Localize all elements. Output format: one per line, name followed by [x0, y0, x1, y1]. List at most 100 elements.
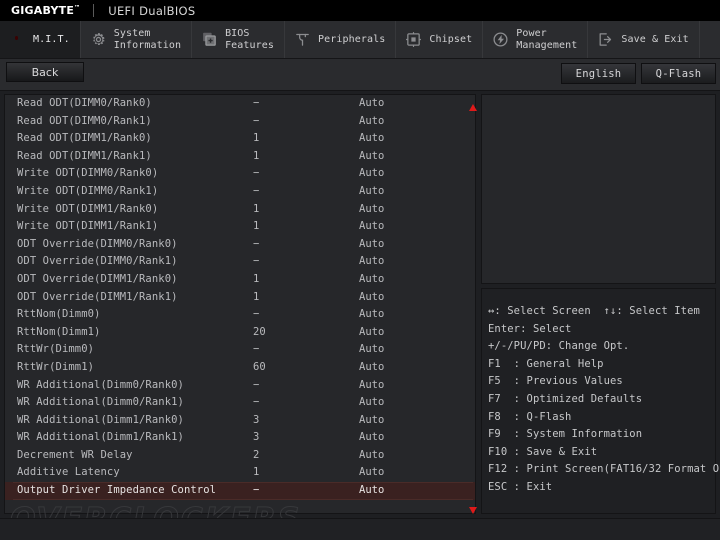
- settings-row[interactable]: Write ODT(DIMM1/Rank1)1Auto: [5, 218, 475, 236]
- row-current-value: −: [253, 306, 259, 324]
- tab-bios-features[interactable]: BIOS Features: [192, 21, 285, 58]
- tab-power-management-label: Power Management: [516, 28, 577, 52]
- settings-row[interactable]: Write ODT(DIMM1/Rank0)1Auto: [5, 201, 475, 219]
- row-label: Write ODT(DIMM0/Rank0): [17, 165, 158, 183]
- row-setting-value[interactable]: Auto: [359, 183, 384, 201]
- row-setting-value[interactable]: Auto: [359, 271, 384, 289]
- main-nav-tabs: M.I.T. System Information BIOS Features: [0, 21, 720, 59]
- gigabyte-logo: GIGABYTE™: [0, 4, 80, 17]
- tab-mit[interactable]: M.I.T.: [0, 21, 81, 58]
- row-label: Decrement WR Delay: [17, 447, 133, 465]
- scroll-up-arrow[interactable]: [467, 103, 478, 114]
- tab-system-information[interactable]: System Information: [81, 21, 192, 58]
- row-label: Write ODT(DIMM0/Rank1): [17, 183, 158, 201]
- help-line: F5 : Previous Values: [488, 373, 715, 391]
- chip-plus-icon: [201, 31, 218, 48]
- row-current-value: −: [253, 394, 259, 412]
- row-label: Output Driver Impedance Control: [17, 482, 216, 500]
- settings-list-panel[interactable]: Read ODT(DIMM0/Rank0)−AutoRead ODT(DIMM0…: [4, 94, 476, 514]
- row-label: RttNom(Dimm1): [17, 324, 100, 342]
- gear-icon: [90, 31, 107, 48]
- tab-peripherals[interactable]: Peripherals: [285, 21, 396, 58]
- qflash-button[interactable]: Q-Flash: [641, 63, 716, 84]
- description-panel: [481, 94, 716, 284]
- exit-arrow-icon: [597, 31, 614, 48]
- tab-mit-label: M.I.T.: [33, 34, 70, 46]
- settings-row[interactable]: Write ODT(DIMM0/Rank1) − Auto: [5, 183, 475, 201]
- row-setting-value[interactable]: Auto: [359, 377, 384, 395]
- row-label: ODT Override(DIMM0/Rank1): [17, 253, 178, 271]
- row-current-value: 1: [253, 289, 259, 307]
- row-setting-value[interactable]: Auto: [359, 201, 384, 219]
- row-current-value: −: [253, 482, 259, 500]
- row-current-value: −: [253, 165, 259, 183]
- row-current-value: −: [253, 95, 259, 113]
- row-setting-value[interactable]: Auto: [359, 306, 384, 324]
- help-line: +/-/PU/PD: Change Opt.: [488, 338, 715, 356]
- row-setting-value[interactable]: Auto: [359, 289, 384, 307]
- settings-row[interactable]: Read ODT(DIMM0/Rank0) − Auto: [5, 95, 475, 113]
- back-button[interactable]: Back: [6, 62, 84, 82]
- brand-divider: [93, 4, 94, 17]
- settings-row[interactable]: Decrement WR Delay2Auto: [5, 447, 475, 465]
- row-setting-value[interactable]: Auto: [359, 447, 384, 465]
- row-setting-value[interactable]: Auto: [359, 218, 384, 236]
- row-setting-value[interactable]: Auto: [359, 412, 384, 430]
- settings-row[interactable]: ODT Override(DIMM1/Rank1)1Auto: [5, 289, 475, 307]
- settings-row[interactable]: ODT Override(DIMM0/Rank1) − Auto: [5, 253, 475, 271]
- settings-row[interactable]: WR Additional(Dimm0/Rank1) − Auto: [5, 394, 475, 412]
- row-setting-value[interactable]: Auto: [359, 236, 384, 254]
- row-label: WR Additional(Dimm0/Rank1): [17, 394, 184, 412]
- help-line: F12 : Print Screen(FAT16/32 Format Only): [488, 461, 715, 479]
- row-setting-value[interactable]: Auto: [359, 253, 384, 271]
- row-setting-value[interactable]: Auto: [359, 324, 384, 342]
- tab-chipset-label: Chipset: [429, 34, 472, 46]
- settings-row[interactable]: Write ODT(DIMM0/Rank0) − Auto: [5, 165, 475, 183]
- settings-row[interactable]: Output Driver Impedance Control − Auto: [5, 482, 475, 500]
- row-setting-value[interactable]: Auto: [359, 464, 384, 482]
- language-button[interactable]: English: [561, 63, 636, 84]
- tab-system-information-label: System Information: [114, 28, 181, 52]
- row-current-value: 1: [253, 130, 259, 148]
- settings-row[interactable]: RttWr(Dimm0)−Auto: [5, 341, 475, 359]
- row-current-value: −: [253, 253, 259, 271]
- settings-row[interactable]: ODT Override(DIMM0/Rank0)−Auto: [5, 236, 475, 254]
- settings-row[interactable]: Read ODT(DIMM0/Rank1)−Auto: [5, 113, 475, 131]
- settings-row[interactable]: WR Additional(Dimm1/Rank1)3Auto: [5, 429, 475, 447]
- settings-row[interactable]: RttWr(Dimm1)60Auto: [5, 359, 475, 377]
- row-setting-value[interactable]: Auto: [359, 148, 384, 166]
- settings-rows: Read ODT(DIMM0/Rank0)−AutoRead ODT(DIMM0…: [5, 95, 475, 500]
- row-setting-value[interactable]: Auto: [359, 165, 384, 183]
- tab-save-and-exit[interactable]: Save & Exit: [588, 21, 699, 58]
- tab-power-management[interactable]: Power Management: [483, 21, 588, 58]
- row-label: Read ODT(DIMM1/Rank0): [17, 130, 152, 148]
- settings-row[interactable]: Additive Latency1Auto: [5, 464, 475, 482]
- row-label: Read ODT(DIMM0/Rank1): [17, 113, 152, 131]
- row-setting-value[interactable]: Auto: [359, 341, 384, 359]
- settings-row[interactable]: RttNom(Dimm1)20Auto: [5, 324, 475, 342]
- row-setting-value[interactable]: Auto: [359, 113, 384, 131]
- settings-row[interactable]: WR Additional(Dimm0/Rank0)−Auto: [5, 377, 475, 395]
- row-setting-value[interactable]: Auto: [359, 95, 384, 113]
- row-label: ODT Override(DIMM0/Rank0): [17, 236, 178, 254]
- row-current-value: 1: [253, 218, 259, 236]
- row-setting-value[interactable]: Auto: [359, 130, 384, 148]
- row-setting-value[interactable]: Auto: [359, 359, 384, 377]
- row-setting-value[interactable]: Auto: [359, 394, 384, 412]
- row-setting-value[interactable]: Auto: [359, 482, 384, 500]
- row-label: RttWr(Dimm1): [17, 359, 94, 377]
- row-setting-value[interactable]: Auto: [359, 429, 384, 447]
- settings-row[interactable]: Read ODT(DIMM1/Rank0) 1 Auto: [5, 130, 475, 148]
- row-label: Read ODT(DIMM0/Rank0): [17, 95, 152, 113]
- tab-chipset[interactable]: Chipset: [396, 21, 483, 58]
- settings-row[interactable]: RttNom(Dimm0)−Auto: [5, 306, 475, 324]
- settings-row[interactable]: Read ODT(DIMM1/Rank1)1Auto: [5, 148, 475, 166]
- scroll-down-arrow[interactable]: [467, 505, 478, 516]
- row-current-value: 1: [253, 201, 259, 219]
- settings-row[interactable]: ODT Override(DIMM1/Rank0)1Auto: [5, 271, 475, 289]
- bios-screen: GIGABYTE™ UEFI DualBIOS M.I.T. System In…: [0, 0, 720, 540]
- row-current-value: −: [253, 183, 259, 201]
- help-line: Enter: Select: [488, 321, 715, 339]
- lightning-icon: [492, 31, 509, 48]
- settings-row[interactable]: WR Additional(Dimm1/Rank0)3Auto: [5, 412, 475, 430]
